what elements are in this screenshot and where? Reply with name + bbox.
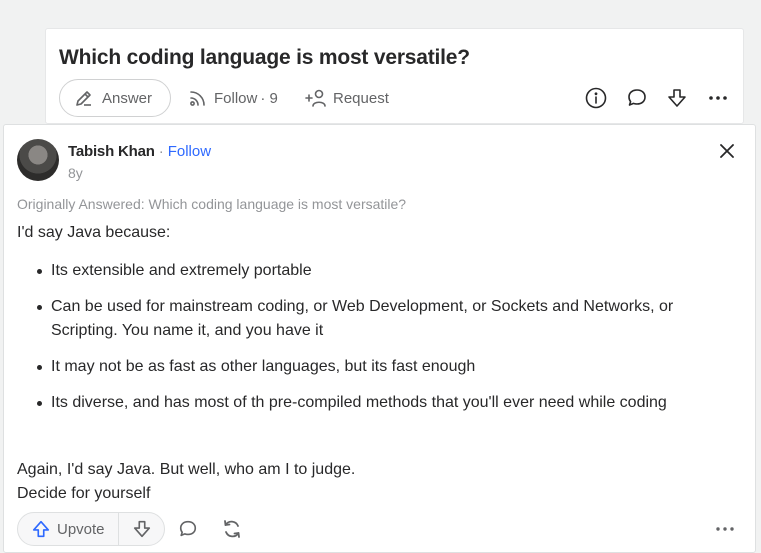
close-icon[interactable] <box>717 141 737 161</box>
comment-icon[interactable] <box>176 517 200 541</box>
author-line: Tabish Khan · Follow <box>68 143 211 160</box>
answer-button[interactable]: Answer <box>59 79 171 117</box>
follow-label: Follow <box>214 89 258 107</box>
question-title[interactable]: Which coding language is most versatile? <box>59 46 470 70</box>
upvote-icon <box>31 519 51 539</box>
request-label: Request <box>333 89 389 107</box>
bullet-list: Its extensible and extremely portable Ca… <box>17 259 737 415</box>
upvote-label: Upvote <box>57 520 105 538</box>
answer-closing: Again, I'd say Java. But well, who am I … <box>17 458 355 506</box>
answer-downvote-button[interactable] <box>119 519 164 539</box>
follow-count: · 9 <box>260 89 278 107</box>
answer-age[interactable]: 8y <box>68 165 83 181</box>
separator: · <box>158 143 164 160</box>
closing-line-1: Again, I'd say Java. But well, who am I … <box>17 461 356 478</box>
follow-icon <box>188 88 208 108</box>
more-icon[interactable] <box>705 85 731 111</box>
follow-question-button[interactable]: Follow · 9 <box>188 79 278 117</box>
follow-author-button[interactable]: Follow <box>168 143 211 160</box>
list-item: Its extensible and extremely portable <box>17 259 737 283</box>
originally-answered[interactable]: Originally Answered: Which coding langua… <box>17 196 406 212</box>
vote-group: Upvote <box>17 512 165 546</box>
request-button[interactable]: Request <box>305 79 389 117</box>
info-icon[interactable] <box>583 85 609 111</box>
closing-line-2: Decide for yourself <box>17 485 151 502</box>
avatar[interactable] <box>17 139 59 181</box>
answer-card: Tabish Khan · Follow 8y Originally Answe… <box>3 124 756 553</box>
pencil-icon <box>74 88 94 108</box>
question-card: Which coding language is most versatile?… <box>45 28 744 124</box>
author-name[interactable]: Tabish Khan <box>68 143 155 160</box>
list-item: Its diverse, and has most of th pre-comp… <box>17 391 737 415</box>
share-icon[interactable] <box>220 517 244 541</box>
request-icon <box>305 88 327 108</box>
more-icon[interactable] <box>713 517 737 541</box>
downvote-icon[interactable] <box>664 85 690 111</box>
downvote-icon <box>132 519 152 539</box>
upvote-button[interactable]: Upvote <box>18 513 119 545</box>
comment-icon[interactable] <box>624 85 650 111</box>
answer-label: Answer <box>102 89 153 107</box>
list-item: Can be used for mainstream coding, or We… <box>17 295 737 343</box>
list-item: It may not be as fast as other languages… <box>17 355 737 379</box>
answer-body: I'd say Java because: Its extensible and… <box>17 221 737 427</box>
answer-intro: I'd say Java because: <box>17 224 171 241</box>
